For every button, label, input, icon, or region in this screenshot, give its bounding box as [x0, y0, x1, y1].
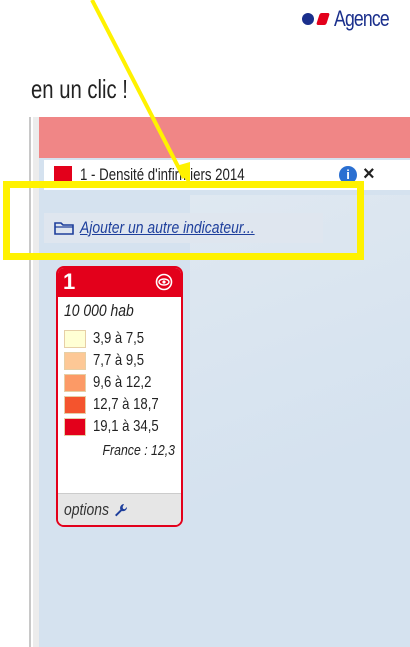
map-shading	[190, 195, 410, 647]
legend-swatch	[64, 396, 86, 414]
close-icon[interactable]: ×	[363, 162, 375, 186]
logo-red-mark	[316, 13, 330, 25]
legend-class: 12,7 à 18,7	[64, 394, 175, 416]
legend-range: 3,9 à 7,5	[93, 330, 145, 347]
eye-icon[interactable]	[155, 273, 173, 291]
legend-options-bar[interactable]: options	[58, 493, 181, 525]
options-button[interactable]: options	[64, 500, 109, 520]
legend-body: 10 000 hab 3,9 à 7,5 7,7 à 9,5 9,6 à 12,…	[58, 297, 181, 459]
legend-card: 1 10 000 hab 3,9 à 7,5 7,7 à 9,5 9,6 à 1…	[56, 266, 183, 527]
legend-class: 19,1 à 34,5	[64, 416, 175, 438]
highlight-box	[3, 181, 364, 260]
france-average: France : 12,3	[102, 442, 175, 459]
legend-swatch	[64, 352, 86, 370]
legend-swatch	[64, 374, 86, 392]
map-title-bar	[39, 117, 410, 158]
legend-swatch	[64, 330, 86, 348]
agency-name: Agence	[334, 6, 390, 31]
legend-range: 9,6 à 12,2	[93, 374, 152, 391]
wrench-icon[interactable]	[113, 502, 129, 518]
legend-range: 7,7 à 9,5	[93, 352, 145, 369]
legend-range: 12,7 à 18,7	[93, 396, 159, 413]
legend-class: 9,6 à 12,2	[64, 372, 175, 394]
legend-header: 1	[58, 268, 181, 297]
page-heading: en un clic !	[31, 74, 128, 104]
agency-logo: Agence	[302, 4, 403, 34]
legend-range: 19,1 à 34,5	[93, 418, 159, 435]
legend-class: 7,7 à 9,5	[64, 350, 175, 372]
legend-swatch	[64, 418, 86, 436]
legend-unit: 10 000 hab	[64, 301, 134, 320]
legend-number: 1	[63, 269, 76, 294]
legend-class: 3,9 à 7,5	[64, 328, 175, 350]
logo-blue-mark	[302, 13, 314, 25]
